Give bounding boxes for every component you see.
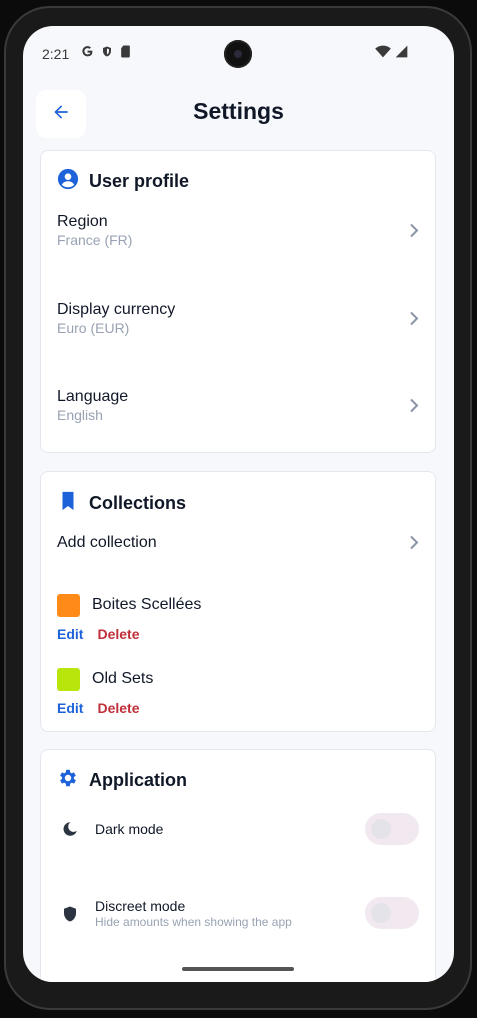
add-collection-label: Add collection <box>57 534 157 551</box>
collection-color-swatch <box>57 668 80 691</box>
display-currency-label: Display currency <box>57 301 176 318</box>
account-circle-icon <box>57 168 79 195</box>
delete-collection-button[interactable]: Delete <box>97 700 139 716</box>
language-label: Language <box>57 388 129 405</box>
toggle-knob <box>371 819 391 839</box>
region-value: France (FR) <box>57 232 133 248</box>
collections-title: Collections <box>89 493 187 513</box>
discreet-mode-toggle[interactable] <box>365 897 419 929</box>
wifi-icon <box>375 45 391 63</box>
sim-card-icon <box>120 45 131 58</box>
chevron-right-icon <box>409 311 419 331</box>
edit-collection-button[interactable]: Edit <box>57 626 83 642</box>
discreet-mode-description: Hide amounts when showing the app <box>95 915 292 929</box>
collection-name: Boites Scellées <box>92 596 202 613</box>
home-indicator[interactable] <box>182 967 294 971</box>
discreet-mode-label: Discreet mode <box>95 898 186 914</box>
collection-item: Old Sets Edit Delete <box>57 668 419 722</box>
app-header: Settings <box>23 88 454 140</box>
shield-status-icon <box>101 45 113 58</box>
language-row[interactable]: Language English <box>57 388 419 428</box>
application-title: Application <box>89 770 187 790</box>
status-bar: 2:21 <box>23 26 454 82</box>
toggle-knob <box>371 903 391 923</box>
shield-icon <box>61 904 79 929</box>
user-profile-heading: User profile <box>57 168 189 195</box>
collection-actions: Edit Delete <box>57 626 139 642</box>
signal-icon <box>395 45 408 63</box>
add-collection-row[interactable]: Add collection <box>57 534 419 556</box>
bookmark-icon <box>57 490 79 517</box>
discreet-mode-row: Discreet mode Hide amounts when showing … <box>57 896 419 930</box>
dark-mode-label: Dark mode <box>95 821 164 837</box>
front-camera <box>224 40 252 68</box>
language-value: English <box>57 407 103 423</box>
collection-actions: Edit Delete <box>57 700 139 716</box>
page-title: Settings <box>193 98 284 124</box>
status-icons-left <box>81 45 131 58</box>
moon-icon <box>61 820 79 843</box>
display-currency-value: Euro (EUR) <box>57 320 130 336</box>
user-profile-title: User profile <box>89 171 190 191</box>
chevron-right-icon <box>409 535 419 555</box>
region-row[interactable]: Region France (FR) <box>57 213 419 253</box>
google-icon <box>81 45 94 58</box>
collections-heading: Collections <box>57 490 186 517</box>
collection-item: Boites Scellées Edit Delete <box>57 594 419 648</box>
app-screen: 2:21 Settings User profile Region France… <box>23 26 454 982</box>
phone-frame: 2:21 Settings User profile Region France… <box>0 0 477 1018</box>
display-currency-row[interactable]: Display currency Euro (EUR) <box>57 301 419 341</box>
delete-collection-button[interactable]: Delete <box>97 626 139 642</box>
chevron-right-icon <box>409 223 419 243</box>
status-time: 2:21 <box>42 46 70 62</box>
region-label: Region <box>57 213 108 230</box>
collection-color-swatch <box>57 594 80 617</box>
edit-collection-button[interactable]: Edit <box>57 700 83 716</box>
application-card: Application Dark mode Discreet mode Hide… <box>40 749 436 982</box>
user-profile-card: User profile Region France (FR) Display … <box>40 150 436 453</box>
dark-mode-toggle[interactable] <box>365 813 419 845</box>
chevron-right-icon <box>409 398 419 418</box>
collections-card: Collections Add collection Boites Scellé… <box>40 471 436 732</box>
gear-icon <box>57 767 79 794</box>
dark-mode-row: Dark mode <box>57 812 419 846</box>
collection-name: Old Sets <box>92 670 154 687</box>
application-heading: Application <box>57 767 187 794</box>
status-icons-right <box>375 45 408 63</box>
